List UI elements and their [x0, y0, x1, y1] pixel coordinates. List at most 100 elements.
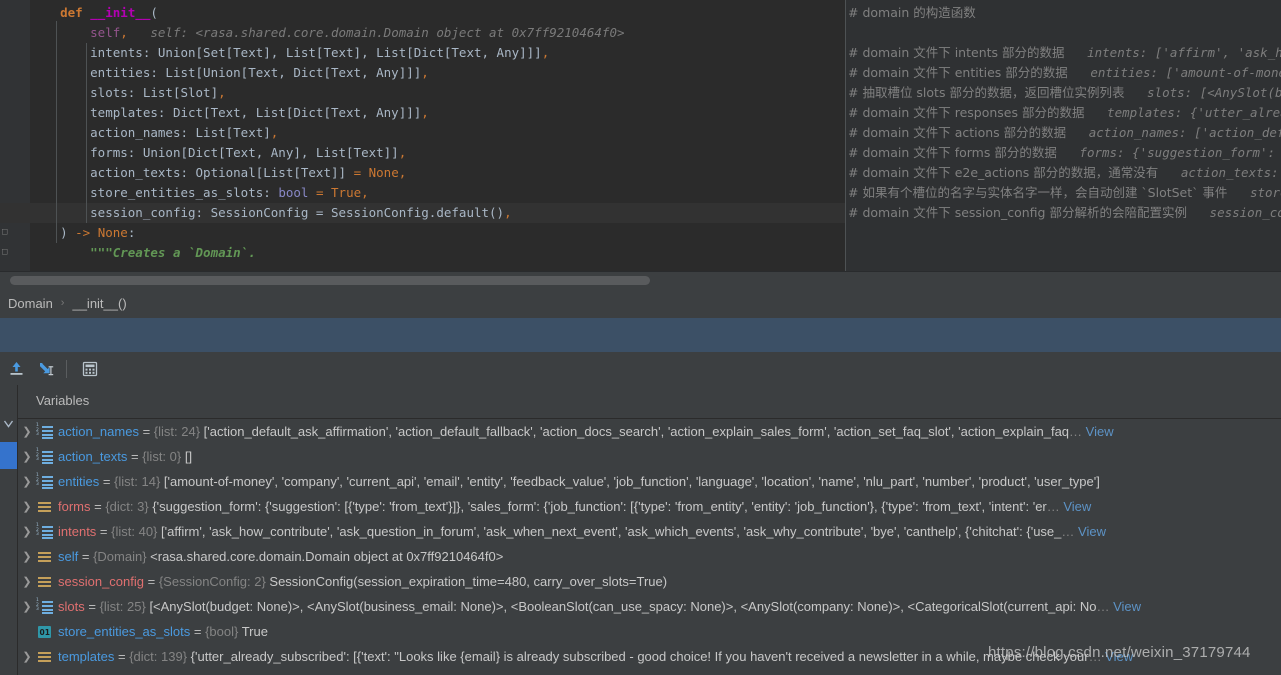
view-value-link[interactable]: View — [1109, 599, 1141, 614]
chevron-right-icon[interactable]: ❯ — [18, 470, 36, 494]
comment-segment: # domain 文件下 e2e_actions 部分的数据，通常没有 — [848, 165, 1159, 180]
code-line-text: slots: List[Slot], — [90, 83, 225, 103]
code-line[interactable]: session_config: SessionConfig = SessionC… — [0, 203, 845, 223]
view-value-link[interactable]: View — [1074, 524, 1106, 539]
variable-value: True — [241, 624, 268, 639]
variable-name: templates — [58, 649, 115, 664]
code-token: intents: Union[Set[Text], List[Text], Li… — [90, 45, 542, 60]
variable-type: {Domain} — [93, 549, 151, 564]
code-token: ) — [60, 225, 76, 240]
force-step-into-button[interactable] — [32, 355, 60, 383]
variable-row[interactable]: ❯ forms = {dict: 3} {'suggestion_form': {… — [18, 494, 1281, 519]
comment-segment: # domain 文件下 forms 部分的数据 — [848, 145, 1057, 160]
chevron-right-icon[interactable]: ❯ — [18, 420, 36, 444]
variable-type: {dict: 3} — [105, 499, 153, 514]
variable-value: {'suggestion_form': {'suggestion': [{'ty… — [152, 499, 1047, 514]
variable-row[interactable]: ❯ action_texts = {list: 0} [] — [18, 444, 1281, 469]
breadcrumb[interactable]: Domain › __init__() — [0, 288, 1281, 318]
code-line[interactable]: self, self: <rasa.shared.core.domain.Dom… — [0, 23, 845, 43]
chevron-right-icon[interactable]: ❯ — [18, 645, 36, 669]
variable-type: {bool} — [205, 624, 242, 639]
variables-panel[interactable]: Variables ❯ action_names = {list: 24} ['a… — [0, 385, 1281, 675]
variable-row[interactable]: ❯ entities = {list: 14} ['amount-of-money… — [18, 469, 1281, 494]
code-line[interactable]: templates: Dict[Text, List[Dict[Text, An… — [0, 103, 845, 123]
comment-segment: entities: ['amount-of-money' — [1067, 65, 1281, 80]
code-line[interactable]: slots: List[Slot], — [0, 83, 845, 103]
debugger-toolbar[interactable] — [0, 352, 1281, 385]
evaluate-expression-icon — [82, 361, 98, 376]
step-out-button[interactable] — [2, 355, 30, 383]
code-token: def — [60, 5, 91, 20]
view-value-link[interactable]: View — [1082, 424, 1114, 439]
code-token: , — [421, 105, 429, 120]
variable-row[interactable]: ❯ slots = {list: 25} [<AnySlot(budget: No… — [18, 594, 1281, 619]
variable-row[interactable]: ❯ intents = {list: 40} ['affirm', 'ask_ho… — [18, 519, 1281, 544]
breadcrumb-separator-icon: › — [60, 297, 65, 309]
frames-strip[interactable] — [0, 385, 18, 675]
comment-line: # domain 文件下 intents 部分的数据 intents: ['af… — [848, 43, 1281, 63]
selected-frame-marker[interactable] — [0, 442, 17, 469]
pane-divider — [845, 0, 846, 272]
variables-title: Variables — [36, 393, 90, 408]
debugger-frames-band[interactable] — [0, 318, 1281, 352]
variables-list[interactable]: ❯ action_names = {list: 24} ['action_defa… — [18, 419, 1281, 675]
code-token: __init__ — [90, 5, 151, 20]
variable-row[interactable]: ❯ self = {Domain} <rasa.shared.core.domai… — [18, 544, 1281, 569]
code-line-text: session_config: SessionConfig = SessionC… — [90, 203, 511, 223]
expander-placeholder: ❯ — [18, 620, 36, 644]
list-type-icon — [36, 599, 54, 614]
variable-row[interactable]: ❯ session_config = {SessionConfig: 2} Ses… — [18, 569, 1281, 594]
code-line-text: ) -> None: — [60, 223, 135, 243]
code-token: self — [90, 25, 121, 40]
view-value-link[interactable]: View — [1060, 499, 1091, 514]
indent-guide — [56, 21, 58, 243]
code-token: , — [270, 125, 279, 140]
variable-type: {list: 24} — [153, 424, 204, 439]
evaluate-expression-button[interactable] — [76, 355, 104, 383]
code-token: = — [353, 165, 369, 180]
breadcrumb-item-method[interactable]: __init__() — [70, 296, 128, 311]
code-token: , — [504, 205, 512, 220]
code-token: session_config: SessionConfig = SessionC… — [90, 205, 505, 220]
chevron-right-icon[interactable]: ❯ — [18, 545, 36, 569]
variable-equals: = — [96, 524, 112, 539]
chevron-right-icon[interactable]: ❯ — [18, 495, 36, 519]
code-line[interactable]: forms: Union[Dict[Text, Any], List[Text]… — [0, 143, 845, 163]
code-token: ( — [150, 5, 158, 20]
code-line-text: forms: Union[Dict[Text, Any], List[Text]… — [90, 143, 406, 163]
chevron-right-icon[interactable]: ❯ — [18, 570, 36, 594]
comment-line: # 如果有个槽位的名字与实体名字一样，会自动创建 `SlotSet` 事件 st… — [848, 183, 1281, 203]
chevron-right-icon[interactable]: ❯ — [18, 445, 36, 469]
comment-line: # domain 的构造函数 — [848, 3, 976, 23]
variable-equals: = — [84, 599, 100, 614]
code-token: : — [127, 225, 136, 240]
code-line[interactable]: entities: List[Union[Text, Dict[Text, An… — [0, 63, 845, 83]
code-token: action_texts: Optional[List[Text]] — [90, 165, 354, 180]
code-line[interactable]: action_texts: Optional[List[Text]] = Non… — [0, 163, 845, 183]
chevron-right-icon[interactable]: ❯ — [18, 520, 36, 544]
code-token: action_names: List[Text] — [90, 125, 271, 140]
code-token: , — [398, 145, 407, 160]
code-line[interactable]: def __init__( — [0, 3, 845, 23]
toolbar-separator — [66, 359, 67, 378]
code-token: True — [331, 185, 362, 200]
editor-horizontal-scrollbar-thumb[interactable] — [10, 276, 650, 285]
chevron-right-icon[interactable]: ❯ — [18, 595, 36, 619]
code-token: None — [97, 225, 128, 240]
variable-value: [<AnySlot(budget: None)>, <AnySlot(busin… — [149, 599, 1097, 614]
code-line-text: action_names: List[Text], — [90, 123, 278, 143]
code-line[interactable]: ) -> None: — [0, 223, 845, 243]
variable-equals: = — [90, 499, 106, 514]
force-step-into-icon — [40, 362, 54, 375]
code-line[interactable]: store_entities_as_slots: bool = True, — [0, 183, 845, 203]
code-line-text: """Creates a `Domain`. — [90, 243, 256, 263]
list-type-icon — [36, 524, 54, 539]
breadcrumb-item-class[interactable]: Domain — [0, 296, 55, 311]
code-line[interactable]: intents: Union[Set[Text], List[Text], Li… — [0, 43, 845, 63]
code-line[interactable]: """Creates a `Domain`. — [0, 243, 845, 263]
variable-row[interactable]: ❯ action_names = {list: 24} ['action_defa… — [18, 419, 1281, 444]
variable-row[interactable]: ❯ store_entities_as_slots = {bool} True — [18, 619, 1281, 644]
code-token: , — [541, 45, 550, 60]
code-lines-container[interactable]: def __init__(self, self: <rasa.shared.co… — [0, 0, 845, 272]
code-line[interactable]: action_names: List[Text], — [0, 123, 845, 143]
